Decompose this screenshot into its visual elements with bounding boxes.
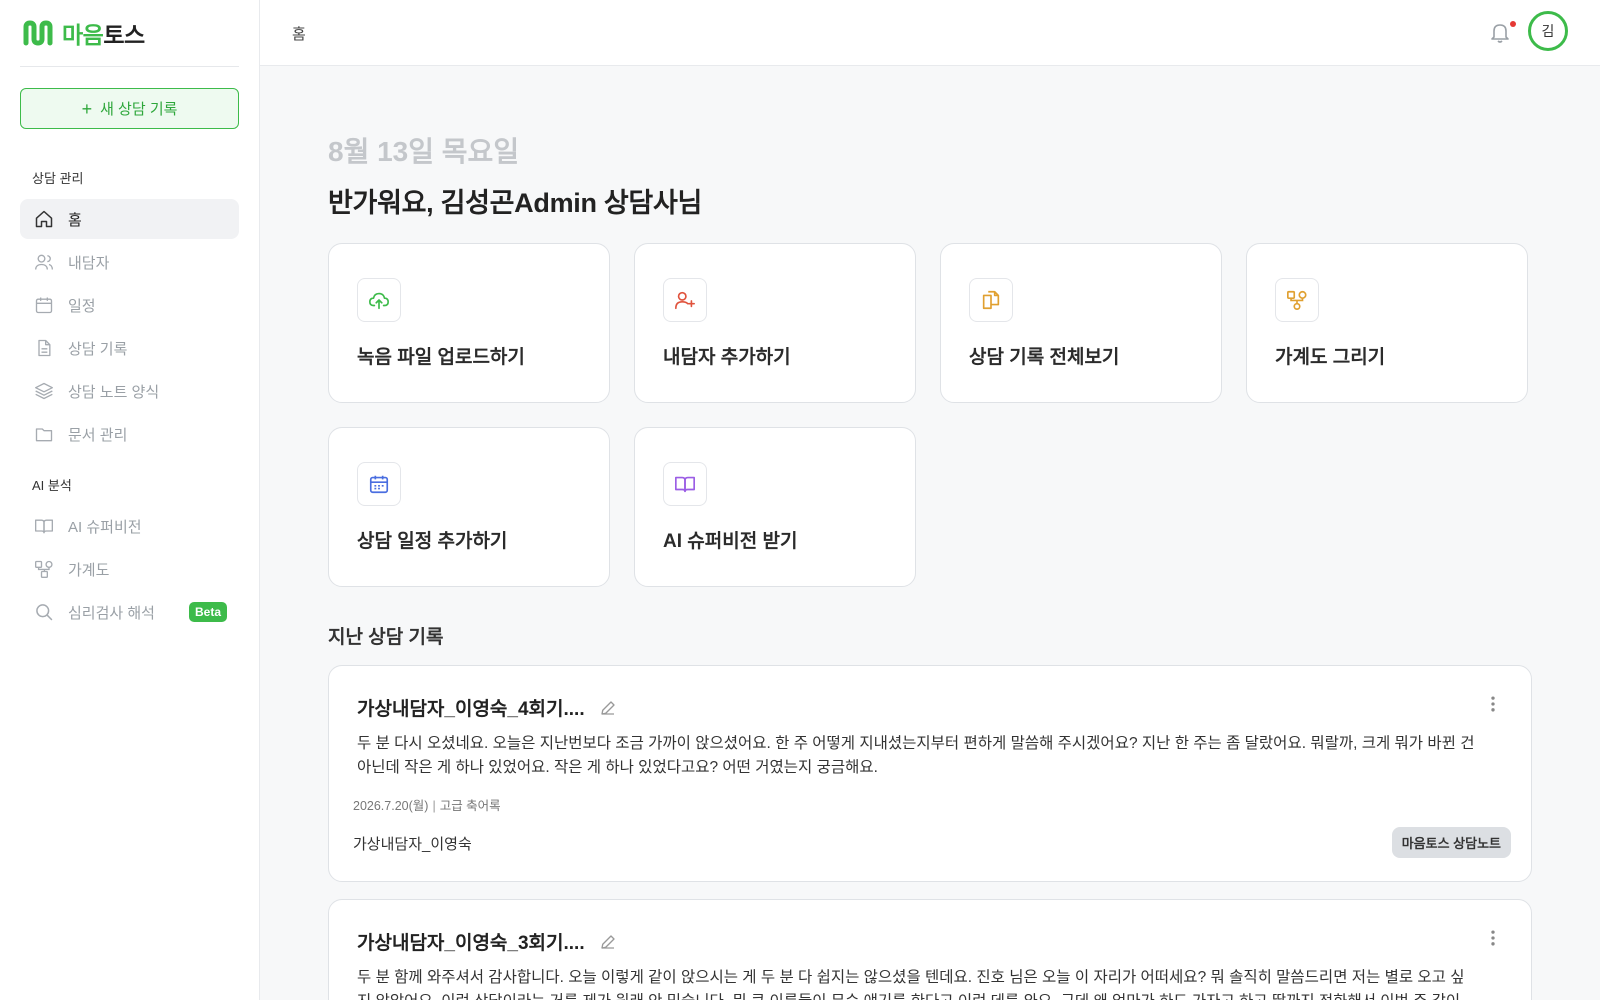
sidebar-item-documents[interactable]: 문서 관리 <box>20 414 239 454</box>
home-icon <box>35 210 53 228</box>
copy-document-icon <box>982 290 1000 310</box>
add-schedule-card[interactable]: 상담 일정 추가하기 <box>328 427 610 587</box>
divider <box>20 66 239 67</box>
calendar-icon <box>35 297 53 314</box>
icon-box <box>969 278 1013 322</box>
current-date: 8월 13일 목요일 <box>328 136 520 167</box>
notification-dot <box>1510 21 1516 27</box>
record-title-row: 가상내담자_이영숙_3회기.... <box>357 928 617 955</box>
sidebar-item-label: 일정 <box>68 297 96 315</box>
sidebar-item-home[interactable]: 홈 <box>20 199 239 239</box>
sidebar-item-label: 가계도 <box>68 561 110 579</box>
sidebar-item-records[interactable]: 상담 기록 <box>20 328 239 368</box>
record-preview: 두 분 다시 오셨네요. 오늘은 지난번보다 조금 가까이 앉으셨어요. 한 주… <box>357 735 1475 776</box>
sidebar-item-genogram[interactable]: 가계도 <box>20 549 239 589</box>
calendar-icon <box>369 475 389 494</box>
record-client: 가상내담자_이영숙 <box>353 836 472 853</box>
layers-icon <box>35 382 53 400</box>
sidebar-item-label: 내담자 <box>68 254 110 272</box>
icon-box <box>357 278 401 322</box>
recent-records-title: 지난 상담 기록 <box>328 627 444 648</box>
user-plus-icon <box>675 291 695 310</box>
sidebar-item-label: 상담 기록 <box>68 340 128 358</box>
pencil-icon[interactable] <box>599 699 617 717</box>
pencil-icon[interactable] <box>599 933 617 951</box>
sidebar-item-label: AI 슈퍼비전 <box>68 518 142 536</box>
record-title: 가상내담자_이영숙_4회기.... <box>357 699 585 720</box>
book-open-icon <box>675 476 695 493</box>
icon-box <box>1275 278 1319 322</box>
document-icon <box>38 339 51 357</box>
sidebar-item-clients[interactable]: 내담자 <box>20 242 239 282</box>
record-tag: 마음토스 상담노트 <box>1391 827 1511 858</box>
record-card[interactable]: 가상내담자_이영숙_4회기.... 두 분 다시 오셨네요. 오늘은 지난번보다… <box>328 665 1532 882</box>
breadcrumb: 홈 <box>292 26 306 43</box>
beta-badge: Beta <box>188 602 227 622</box>
sidebar-item-schedule[interactable]: 일정 <box>20 285 239 325</box>
icon-box <box>663 462 707 506</box>
book-open-icon <box>35 519 53 534</box>
card-label: 상담 일정 추가하기 <box>357 531 508 552</box>
top-header: 홈 김 <box>260 0 1600 66</box>
more-vertical-icon[interactable] <box>1483 694 1503 714</box>
genogram-icon <box>35 560 53 578</box>
upload-recording-card[interactable]: 녹음 파일 업로드하기 <box>328 243 610 403</box>
icon-box <box>357 462 401 506</box>
sidebar-item-label: 상담 노트 양식 <box>68 383 160 401</box>
plus-icon: + <box>81 98 93 119</box>
sidebar-item-note-templates[interactable]: 상담 노트 양식 <box>20 371 239 411</box>
avatar[interactable]: 김 <box>1528 11 1568 51</box>
sidebar: 마음토스 + 새 상담 기록 상담 관리 홈 내담자 일정 상담 기록 상담 노… <box>0 0 260 1000</box>
new-record-label: 새 상담 기록 <box>100 101 178 118</box>
draw-genogram-card[interactable]: 가계도 그리기 <box>1246 243 1528 403</box>
card-label: 상담 기록 전체보기 <box>969 347 1120 368</box>
search-icon <box>36 604 53 621</box>
section-label-counsel: 상담 관리 <box>32 171 84 186</box>
record-title: 가상내담자_이영숙_3회기.... <box>357 933 585 954</box>
record-card[interactable]: 가상내담자_이영숙_3회기.... 두 분 함께 와주셔서 감사합니다. 오늘 … <box>328 899 1532 1000</box>
sidebar-item-ai-supervision[interactable]: AI 슈퍼비전 <box>20 506 239 546</box>
logo-icon <box>23 20 53 46</box>
view-all-records-card[interactable]: 상담 기록 전체보기 <box>940 243 1222 403</box>
card-label: 내담자 추가하기 <box>663 347 791 368</box>
users-icon <box>35 254 53 270</box>
genogram-icon <box>1287 290 1307 310</box>
sidebar-item-label: 심리검사 해석 <box>68 604 155 622</box>
record-date: 2026.7.20(월) <box>353 799 429 813</box>
bell-icon[interactable] <box>1488 20 1512 44</box>
record-type: 고급 축어록 <box>439 799 501 813</box>
card-label: 가계도 그리기 <box>1275 347 1386 368</box>
add-client-card[interactable]: 내담자 추가하기 <box>634 243 916 403</box>
record-meta: 2026.7.20(월) | 고급 축어록 <box>353 795 501 814</box>
logo-text: 마음토스 <box>62 22 145 48</box>
new-record-button[interactable]: + 새 상담 기록 <box>20 88 239 129</box>
more-vertical-icon[interactable] <box>1483 928 1503 948</box>
meta-separator: | <box>432 799 436 813</box>
icon-box <box>663 278 707 322</box>
section-label-ai: AI 분석 <box>32 478 72 493</box>
folder-icon <box>35 428 53 442</box>
sidebar-item-label: 문서 관리 <box>68 426 128 444</box>
greeting-title: 반가워요, 김성곤Admin 상담사님 <box>328 188 703 218</box>
app-logo[interactable]: 마음토스 <box>22 18 145 48</box>
ai-supervision-card[interactable]: AI 슈퍼비전 받기 <box>634 427 916 587</box>
card-label: AI 슈퍼비전 받기 <box>663 531 798 552</box>
card-label: 녹음 파일 업로드하기 <box>357 347 525 368</box>
record-preview: 두 분 함께 와주셔서 감사합니다. 오늘 이렇게 같이 앉으시는 게 두 분 … <box>357 969 1465 1000</box>
sidebar-item-psych-test[interactable]: 심리검사 해석 Beta <box>20 592 239 632</box>
upload-cloud-icon <box>369 292 389 310</box>
record-title-row: 가상내담자_이영숙_4회기.... <box>357 694 617 721</box>
sidebar-item-label: 홈 <box>68 211 82 229</box>
